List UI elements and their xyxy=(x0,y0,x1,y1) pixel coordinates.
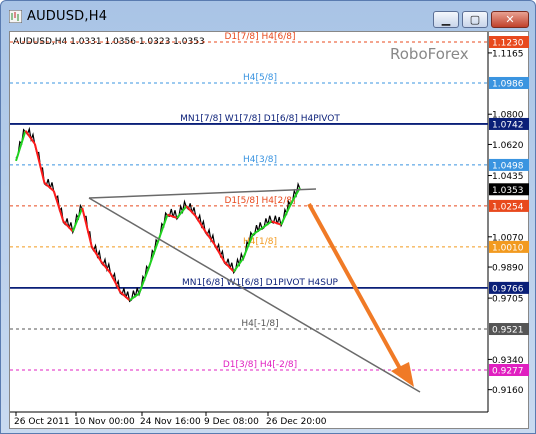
close-button[interactable]: ✕ xyxy=(491,11,529,28)
price-tick-label: 1.0353 xyxy=(492,186,524,196)
level-label: MN1[7/8] W1[7/8] D1[6/8] H4PIVOT xyxy=(180,114,340,124)
level-label: D1[5/8] H4[2/8] xyxy=(224,196,295,206)
price-tick-label: 1.1230 xyxy=(492,39,524,49)
forecast-arrow-line xyxy=(307,203,405,375)
trend-ma-segment xyxy=(15,130,27,162)
trend-ma-segment xyxy=(147,241,159,269)
minimize-icon: ▁ xyxy=(441,13,451,26)
window-title: AUDUSD,H4 xyxy=(27,9,108,24)
close-icon: ✕ xyxy=(505,13,515,26)
price-tick-label: 1.0498 xyxy=(492,161,524,171)
level-label: H4[-1/8] xyxy=(241,319,278,329)
maximize-button[interactable]: ▢ xyxy=(462,11,488,28)
price-tick-label: 1.0254 xyxy=(492,202,524,212)
title-bar[interactable]: AUDUSD,H4 ▁ ▢ ✕ xyxy=(1,1,535,31)
price-tick-label: 0.9521 xyxy=(492,326,524,336)
price-tick-label: 1.0435 xyxy=(492,172,524,182)
price-tick-label: 0.9705 xyxy=(492,295,524,305)
maximize-icon: ▢ xyxy=(469,13,481,26)
minimize-button[interactable]: ▁ xyxy=(433,11,459,28)
trend-ma-segment xyxy=(138,268,150,294)
watermark: RoboForex xyxy=(390,45,469,63)
chart-plot-area[interactable]: AUDUSD,H4 1.0331 1.0356 1.0323 1.0353 Ro… xyxy=(9,31,529,429)
trend-ma-segment xyxy=(71,207,84,232)
chart-window: AUDUSD,H4 ▁ ▢ ✕ AUDUSD,H4 1.0331 1.0356 … xyxy=(0,0,536,434)
trend-ma-segment xyxy=(81,207,93,247)
price-tick-label: 0.9766 xyxy=(492,284,524,294)
trend-ma-segment xyxy=(157,214,169,242)
trend-ma-segment xyxy=(33,143,46,183)
time-tick-label: 9 Dec 08:00 xyxy=(204,417,259,427)
price-tick-label: 1.0010 xyxy=(492,243,524,253)
price-tick-label: 0.9890 xyxy=(492,264,524,274)
price-tick-label: 1.0742 xyxy=(492,120,524,130)
level-label: D1[3/8] H4[-2/8] xyxy=(223,360,297,370)
price-tick-label: 0.9277 xyxy=(492,367,524,377)
time-tick-label: 26 Oct 2011 xyxy=(14,417,70,427)
trend-ma-segment xyxy=(52,190,65,222)
price-tick-label: 1.0620 xyxy=(492,141,524,151)
price-tick-label: 0.9160 xyxy=(492,386,524,396)
level-label: MN1[6/8] W1[6/8] D1PIVOT H4SUP xyxy=(182,278,339,288)
trend-ma-segment xyxy=(280,204,292,226)
time-tick-label: 26 Dec 20:00 xyxy=(266,417,327,427)
price-tick-label: 1.0986 xyxy=(492,79,524,89)
time-tick-label: 10 Nov 00:00 xyxy=(74,417,135,427)
level-label: H4[5/8] xyxy=(243,73,277,83)
level-label: H4[3/8] xyxy=(243,155,277,165)
price-tick-label: 1.1165 xyxy=(492,49,524,59)
chart-app-icon xyxy=(9,10,22,23)
forecast-arrow-head xyxy=(391,362,414,387)
trend-ma-segment xyxy=(232,257,245,273)
price-chart[interactable]: AUDUSD,H4 1.0331 1.0356 1.0323 1.0353 Ro… xyxy=(10,32,530,430)
time-tick-label: 24 Nov 16:00 xyxy=(140,417,201,427)
level-label: D1[7/8] H4[6/8] xyxy=(224,32,295,42)
